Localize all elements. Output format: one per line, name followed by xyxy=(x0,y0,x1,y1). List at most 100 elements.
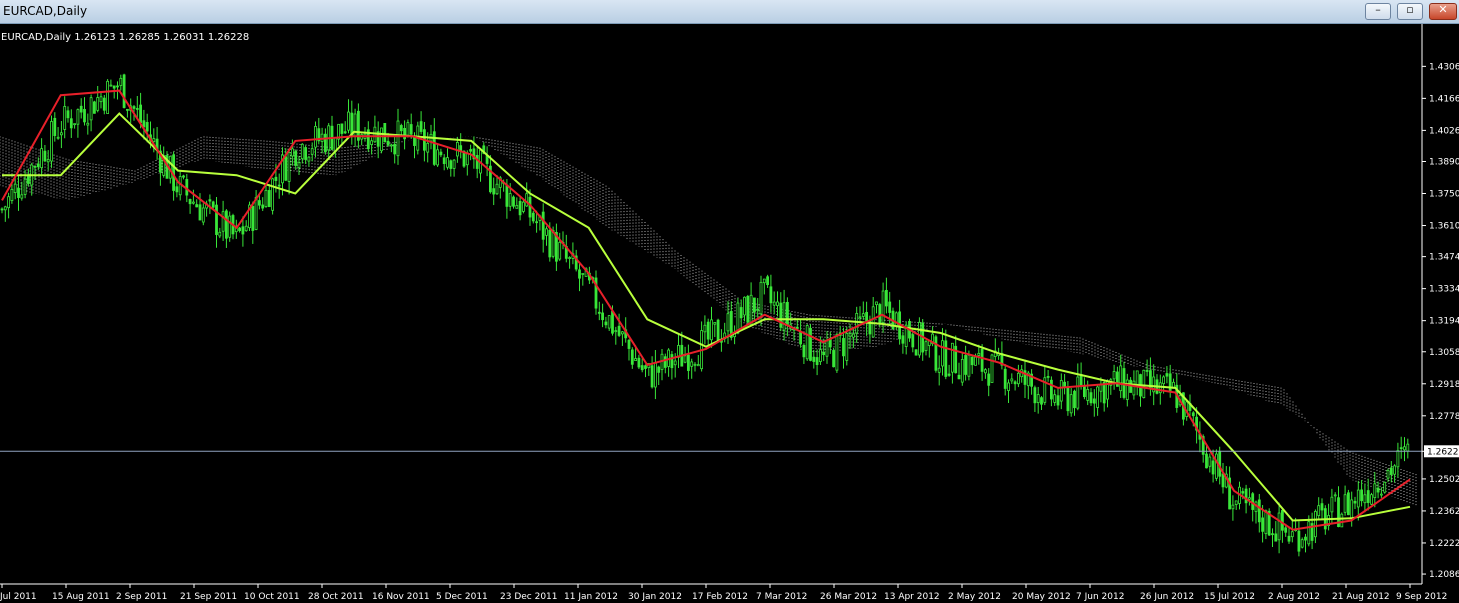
candle-body xyxy=(644,365,647,369)
close-button[interactable]: ✕ xyxy=(1429,3,1457,20)
candle-body xyxy=(1373,483,1377,498)
price-tick-label: 1.20860 xyxy=(1429,570,1459,580)
restore-button[interactable]: ▫ xyxy=(1397,3,1423,20)
candle-body xyxy=(439,151,443,156)
candle-body xyxy=(756,308,760,311)
candle-body xyxy=(0,208,4,211)
candle-body xyxy=(182,175,185,178)
time-tick-label: 26 Mar 2012 xyxy=(820,592,877,602)
candle-body xyxy=(799,331,802,345)
candle-body xyxy=(1287,535,1291,542)
candle-body xyxy=(673,360,677,366)
candle-body xyxy=(753,297,756,313)
price-tick-label: 1.41660 xyxy=(1429,94,1459,104)
candle-body xyxy=(726,313,730,332)
candle-body xyxy=(746,295,750,323)
candle-body xyxy=(175,186,179,193)
time-tick-label: 7 Jun 2012 xyxy=(1076,592,1124,602)
price-tick-label: 1.31940 xyxy=(1429,317,1459,327)
candle-body xyxy=(1314,511,1317,538)
candle-body xyxy=(1330,496,1334,513)
time-tick-label: 21 Sep 2011 xyxy=(180,592,237,602)
candle-body xyxy=(1050,379,1053,400)
candle-body xyxy=(657,366,661,373)
price-tick-label: 1.30580 xyxy=(1429,348,1459,358)
candle-body xyxy=(132,106,136,109)
candle-body xyxy=(1040,397,1043,405)
candle-body xyxy=(69,118,73,129)
price-tick-label: 1.34740 xyxy=(1429,253,1459,263)
candle-body xyxy=(1073,390,1076,409)
candle-body xyxy=(251,205,255,231)
time-tick-label: 9 Sep 2012 xyxy=(1396,592,1447,602)
candle-body xyxy=(934,336,938,371)
price-tick-label: 1.37500 xyxy=(1429,190,1459,200)
candle-body xyxy=(683,355,687,363)
candle-body xyxy=(452,159,456,169)
candle-body xyxy=(307,156,311,162)
candle-body xyxy=(937,367,941,373)
time-tick-label: 23 Dec 2011 xyxy=(500,592,558,602)
candle-body xyxy=(772,301,776,306)
minimize-button[interactable]: – xyxy=(1365,3,1391,20)
candle-body xyxy=(795,326,799,329)
candle-body xyxy=(706,321,710,340)
candle-body xyxy=(1393,465,1396,475)
candle-body xyxy=(1281,510,1284,531)
candle-body xyxy=(759,281,763,315)
candle-body xyxy=(1083,385,1086,398)
candle-body xyxy=(257,200,261,206)
price-tick-label: 1.25020 xyxy=(1429,475,1459,485)
candle-body xyxy=(386,140,390,146)
candle-body xyxy=(198,204,202,221)
minimize-icon: – xyxy=(1375,3,1381,16)
candle-body xyxy=(984,369,987,374)
candle-body xyxy=(419,121,423,132)
candle-body xyxy=(1248,497,1251,500)
candle-body xyxy=(188,199,192,205)
price-tick-label: 1.43060 xyxy=(1429,62,1459,72)
candle-body xyxy=(76,109,80,125)
candle-body xyxy=(1069,394,1073,414)
candle-body xyxy=(1053,394,1057,403)
chart-canvas[interactable]: 1.43060 1.41660 1.40260 1.38900 1.37500 1.361… xyxy=(0,24,1459,603)
candle-body xyxy=(1317,505,1321,516)
time-tick-label: 11 Jan 2012 xyxy=(564,592,618,602)
candle-body xyxy=(1010,378,1014,382)
candle-body xyxy=(254,197,258,230)
candle-body xyxy=(1211,460,1215,475)
candle-body xyxy=(442,157,446,165)
candle-body xyxy=(1307,521,1311,545)
candle-body xyxy=(1096,386,1099,408)
candle-body xyxy=(106,80,109,114)
candle-body xyxy=(1046,376,1050,378)
candle-body xyxy=(406,122,410,136)
time-tick-label: 13 Apr 2012 xyxy=(884,592,940,602)
candle-body xyxy=(812,356,816,362)
candle-body xyxy=(776,301,779,307)
candle-body xyxy=(1056,395,1060,406)
candle-body xyxy=(264,189,268,207)
candle-body xyxy=(703,324,707,333)
candle-body xyxy=(911,334,915,348)
candle-body xyxy=(888,301,892,313)
candle-body xyxy=(432,131,436,165)
candle-body xyxy=(63,106,67,130)
candle-body xyxy=(274,176,278,181)
candle-body xyxy=(426,142,430,153)
candle-body xyxy=(852,333,855,338)
time-tick-label: 17 Feb 2012 xyxy=(692,592,748,602)
candle-body xyxy=(495,183,499,195)
candle-body xyxy=(825,340,829,357)
candle-body xyxy=(964,355,967,375)
price-tick-label: 1.22220 xyxy=(1429,539,1459,549)
candle-body xyxy=(663,356,667,368)
candle-body xyxy=(769,286,773,304)
candle-body xyxy=(551,230,555,257)
time-tick-label: 26 Jun 2012 xyxy=(1140,592,1194,602)
candle-body xyxy=(99,96,103,103)
candle-body xyxy=(640,365,644,371)
candle-body xyxy=(951,342,954,373)
time-tick-label: 16 Nov 2011 xyxy=(372,592,430,602)
price-chart[interactable]: 1.43060 1.41660 1.40260 1.38900 1.37500 1.361… xyxy=(0,24,1459,603)
